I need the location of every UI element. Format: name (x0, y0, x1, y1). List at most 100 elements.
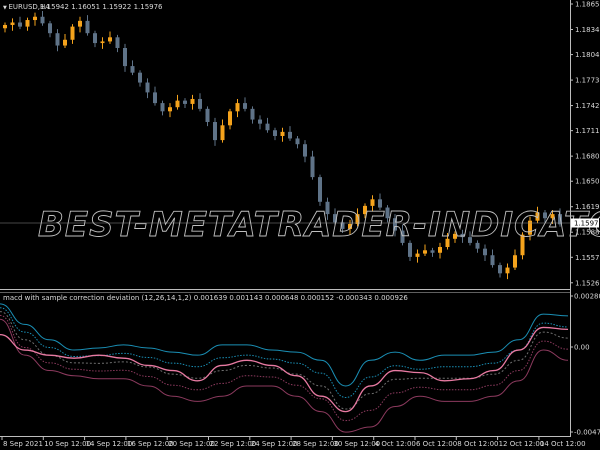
candle-body (213, 122, 217, 141)
price-tick-label: 1.17115 (575, 127, 600, 135)
candle (130, 60, 135, 76)
price-tick-label: 1.17420 (575, 102, 600, 110)
candle-body (40, 16, 45, 24)
candle (108, 31, 112, 44)
price-tick-label: 1.15880 (575, 229, 600, 237)
candle (498, 262, 502, 278)
indicator-tick-label: 0.00 (574, 344, 590, 352)
price-tick-label: 1.16190 (575, 203, 600, 211)
candle-body (55, 33, 60, 46)
candle (430, 247, 435, 257)
lower-inner-band-line (0, 314, 569, 422)
candle-body (3, 24, 7, 29)
candle (25, 17, 30, 31)
candle (85, 15, 90, 36)
candle (48, 20, 52, 38)
candle-body (310, 156, 315, 178)
candle (220, 119, 225, 143)
price-tick-label: 1.15265 (575, 279, 600, 287)
candle-body (483, 248, 487, 256)
candle (3, 22, 7, 33)
candle-body (138, 72, 142, 83)
price-tick-label: 1.18040 (575, 51, 600, 59)
candle-body (288, 131, 292, 139)
candle (18, 16, 22, 30)
candle-body (423, 250, 427, 254)
candle (490, 249, 495, 268)
candle (33, 12, 37, 26)
ohlc-header: 1.15942 1.16051 1.15922 1.15976 (40, 3, 163, 11)
candle (40, 10, 45, 26)
candle (183, 98, 187, 109)
time-tick-label: 10 Sep 12:00 (44, 440, 91, 448)
candle (63, 34, 67, 48)
candle (265, 117, 270, 133)
candle-body (78, 20, 82, 27)
candle-body (295, 138, 300, 145)
candle (145, 78, 150, 99)
candle (55, 29, 60, 52)
candle (483, 244, 487, 261)
candle (513, 249, 517, 271)
candle (115, 34, 120, 53)
candle (310, 150, 315, 180)
candle-body (93, 33, 97, 44)
price-tick-label: 1.18345 (575, 26, 600, 34)
candle-body (228, 111, 232, 126)
candle (123, 43, 127, 72)
candle-body (48, 23, 52, 34)
candle-body (235, 103, 240, 112)
candle-body (153, 92, 157, 104)
candle (235, 98, 240, 118)
candle-body (318, 177, 322, 202)
candle (273, 127, 277, 141)
time-axis: 8 Sep 2021 10 Sep 12:0014 Sep 12:0016 Sep… (1, 437, 586, 448)
time-tick-label: 20 Sep 12:00 (168, 440, 215, 448)
candle-body (183, 100, 187, 104)
candle (100, 37, 105, 49)
candle-body (33, 16, 37, 21)
candle-body (63, 39, 67, 46)
candle (295, 135, 300, 149)
candle (423, 244, 427, 257)
candle-body (250, 108, 255, 120)
candle (258, 115, 262, 130)
candle (190, 94, 195, 110)
candle-body (123, 47, 127, 67)
candle (168, 103, 172, 118)
candle-body (415, 253, 420, 257)
candle-body (85, 20, 90, 34)
candle-body (108, 37, 112, 42)
candle-body (220, 125, 225, 141)
candle-body (168, 107, 172, 112)
candle-body (205, 108, 210, 123)
indicator-lines (0, 303, 569, 433)
candle-body (258, 119, 262, 124)
candle (438, 242, 442, 259)
time-tick-label: 8 Sep 2021 (3, 440, 43, 448)
time-tick-label: 6 Oct 12:00 (416, 440, 457, 448)
price-tick-label: 1.16805 (575, 153, 600, 161)
candle-body (130, 66, 135, 73)
candle-body (115, 37, 120, 48)
candle-body (273, 130, 277, 136)
candle-body (160, 103, 165, 112)
candle-body (513, 255, 517, 268)
candle (280, 127, 285, 142)
candle-body (175, 100, 180, 108)
candle (198, 93, 202, 112)
candle-body (303, 144, 307, 157)
trading-chart[interactable]: BEST-METATRADER-INDICATORS.COM 1.18655 1.… (0, 0, 600, 450)
candle-body (18, 22, 22, 27)
time-tick-label: 24 Sep 12:00 (251, 440, 298, 448)
time-tick-label: 8 Oct 12:00 (457, 440, 498, 448)
candle (228, 108, 232, 130)
price-tick-label: 1.15575 (575, 254, 600, 262)
time-tick-label: 14 Oct 12:00 (540, 440, 586, 448)
time-tick-label: 30 Sep 12:00 (333, 440, 380, 448)
candle (318, 174, 322, 206)
candle (250, 106, 255, 124)
indicator-header: macd with sample correction deviation (1… (3, 294, 408, 302)
current-price-label: 1.15976 (574, 220, 600, 228)
candle-body (265, 123, 270, 131)
